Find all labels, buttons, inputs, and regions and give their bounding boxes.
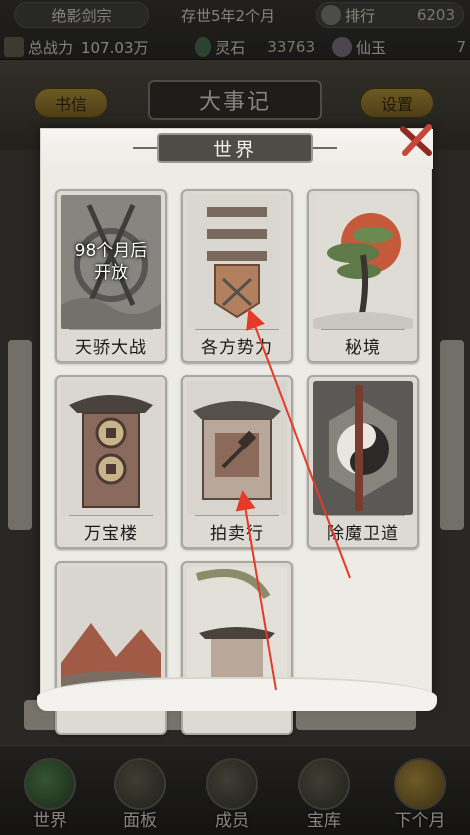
modal-cloud-bottom xyxy=(37,677,437,711)
card-label: 各方势力 xyxy=(187,329,287,359)
unlock-countdown: 98个月后 开放 xyxy=(74,241,148,283)
card-secret-realm[interactable]: 秘境 xyxy=(307,189,419,363)
modal-title: 世界 xyxy=(133,133,337,163)
card-auction-house[interactable]: 拍卖行 xyxy=(181,375,293,549)
card-demon-slaying[interactable]: 除魔卫道 xyxy=(307,375,419,549)
card-tianjiao-battle[interactable]: 98个月后 开放 天骄大战 xyxy=(55,189,167,363)
card-label: 天骄大战 xyxy=(61,329,161,359)
locked-overlay: 98个月后 开放 xyxy=(61,195,161,329)
demon-slaying-art xyxy=(313,381,413,515)
card-factions[interactable]: 各方势力 xyxy=(181,189,293,363)
treasure-house-art xyxy=(61,381,161,515)
auction-house-art xyxy=(187,381,287,515)
factions-art xyxy=(187,195,287,329)
card-label: 万宝楼 xyxy=(61,515,161,545)
card-treasure-house[interactable]: 万宝楼 xyxy=(55,375,167,549)
close-icon xyxy=(400,124,432,156)
close-button[interactable] xyxy=(399,123,435,159)
secret-realm-art xyxy=(313,195,413,329)
card-label: 除魔卫道 xyxy=(313,515,413,545)
card-label: 拍卖行 xyxy=(187,515,287,545)
card-label: 秘境 xyxy=(313,329,413,359)
world-modal: 世界 98个月后 开放 天骄大战 各方势力 秘境 万宝楼 拍卖行 除魔卫道 xyxy=(37,124,437,735)
